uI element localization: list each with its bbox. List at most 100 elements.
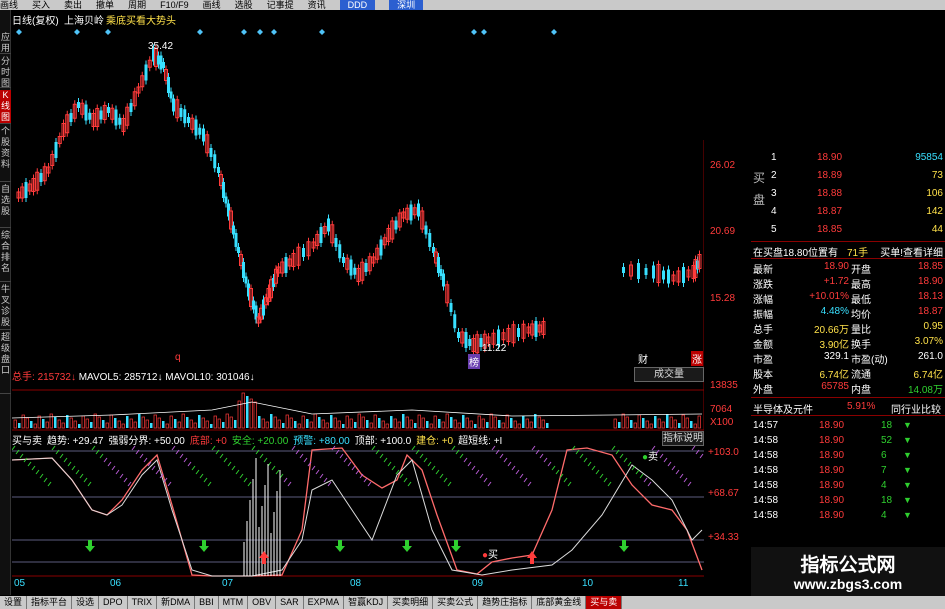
indicator-item-value: +80.00 (318, 436, 350, 447)
bottom-tab-13[interactable]: 买卖公式 (433, 596, 479, 609)
period-label[interactable]: 日线(复权) (12, 12, 59, 27)
volume-bar (465, 417, 469, 429)
indicator-tick (659, 453, 664, 459)
bottom-tab-12[interactable]: 买卖明细 (388, 596, 434, 609)
left-tab-1[interactable]: 分时图 (0, 56, 11, 88)
volume-bar (450, 417, 453, 428)
bottom-tab-16[interactable]: 买与卖 (586, 596, 623, 609)
indicator-tick (639, 473, 644, 479)
marker-zhang[interactable]: 涨 (691, 351, 703, 366)
bottom-tab-1[interactable]: 指标平台 (27, 596, 73, 609)
sell-signal: ●卖 (642, 452, 659, 463)
volume-bar (414, 423, 417, 428)
candle-body (334, 238, 338, 247)
marker-cai[interactable]: 财 (638, 351, 648, 366)
volume-bar (433, 415, 437, 429)
indicator-tick (499, 453, 504, 459)
quote-label: 最高 (851, 280, 871, 291)
kline-chart[interactable] (12, 10, 704, 585)
volume-bar (54, 417, 57, 428)
indicator-tick (391, 465, 396, 471)
candle-body (69, 113, 73, 122)
volume-bar (321, 419, 325, 429)
down-arrow-icon (405, 540, 409, 546)
left-tab-3[interactable]: 个股资料 (0, 126, 11, 182)
bottom-tab-11[interactable]: 智赢KDJ (344, 596, 389, 609)
marker-bang[interactable]: 榜 (468, 354, 480, 369)
quote-label: 市盈 (753, 355, 773, 366)
candle-body (144, 64, 148, 81)
signal-diamond (271, 29, 277, 35)
indicator-tick (203, 477, 208, 483)
candle-body (428, 233, 432, 247)
signal-diamond (257, 29, 263, 35)
bottom-tab-3[interactable]: DPO (99, 596, 128, 609)
menu-item-6[interactable]: 画线 (203, 0, 221, 10)
order-price: 18.89 (817, 170, 843, 181)
left-tab-2[interactable]: K线图 (0, 90, 11, 124)
indicator-tick (507, 461, 512, 467)
volume-indicator-button[interactable]: 成交量 (634, 367, 704, 382)
bottom-tab-10[interactable]: EXPMA (304, 596, 345, 609)
volume-bar (234, 420, 237, 428)
bottom-tab-4[interactable]: TRIX (128, 596, 158, 609)
indicator-tick (623, 457, 628, 463)
volume-bar (198, 415, 201, 428)
menu-badge-0[interactable]: DDD (339, 0, 376, 10)
bottom-tab-9[interactable]: SAR (276, 596, 304, 609)
bottom-tab-14[interactable]: 趋势庄指标 (478, 596, 533, 609)
menu-item-2[interactable]: 卖出 (64, 0, 82, 10)
volume-bar (157, 417, 161, 429)
menu-item-5[interactable]: F10/F9 (160, 0, 189, 10)
left-tab-6[interactable]: 牛叉诊股 (0, 284, 11, 330)
bottom-tab-6[interactable]: BBI (195, 596, 219, 609)
menu-item-4[interactable]: 周期 (128, 0, 146, 10)
volume-bar (126, 416, 129, 428)
candle-body (682, 267, 685, 283)
quote-row: 涨幅 +10.01% 最低 18.13 (751, 290, 945, 306)
indicator-tick (399, 473, 404, 479)
menu-item-1[interactable]: 买入 (32, 0, 50, 10)
tick-price: 18.90 (819, 510, 845, 521)
indicator-tick (611, 445, 616, 451)
bottom-tab-7[interactable]: MTM (219, 596, 249, 609)
candle-body (88, 112, 92, 120)
divider (751, 241, 945, 242)
indicator-tick (471, 465, 476, 471)
left-tab-4[interactable]: 自选股 (0, 184, 11, 228)
volume-bar (438, 419, 441, 428)
left-tab-7[interactable]: 超级盘口 (0, 332, 11, 394)
indicator-tick (635, 469, 640, 475)
quote-label: 总手 (753, 325, 773, 336)
volume-bar (630, 420, 633, 428)
menu-item-7[interactable]: 选股 (235, 0, 253, 10)
quote-value: 18.87 (917, 306, 943, 317)
bottom-tab-8[interactable]: OBV (248, 596, 277, 609)
menu-item-9[interactable]: 资讯 (308, 0, 326, 10)
bottom-tab-5[interactable]: 新DMA (157, 596, 196, 609)
menu-item-3[interactable]: 撤单 (96, 0, 114, 10)
menu-item-8[interactable]: 记事提 (267, 0, 294, 10)
order-summary: 在买盘18.80位置有 71手 买单!查看详细 (751, 243, 945, 259)
candle-body (107, 107, 110, 113)
menu-item-0[interactable]: 画线 (0, 0, 18, 10)
candle-body (39, 173, 43, 182)
chart-area[interactable]: 日线(复权) 上海贝岭 乘底买看大势头 35.42 11.22 26.02 20… (12, 10, 739, 589)
tick-volume: 18 (881, 495, 893, 506)
bottom-tab-2[interactable]: 设选 (72, 596, 100, 609)
down-arrow-icon: ▼ (903, 510, 912, 520)
sector-compare-link[interactable]: 同行业比较 (891, 401, 941, 416)
candle-body (217, 167, 220, 173)
menu-badge-1[interactable]: 深圳 (389, 0, 424, 10)
left-tab-0[interactable]: 应用 (0, 32, 11, 54)
tick-price: 18.90 (819, 495, 845, 506)
volume-bar (318, 417, 321, 428)
indicator-help-button[interactable]: 指标说明 (662, 431, 704, 446)
bottom-tab-15[interactable]: 底部黄金线 (532, 596, 587, 609)
left-tab-5[interactable]: 综合排名 (0, 230, 11, 282)
order-detail-link[interactable]: 买单!查看详细 (880, 244, 943, 259)
volume-bar (349, 418, 353, 429)
indicator-item-label: 安全 (231, 436, 252, 447)
volume-bar (405, 416, 409, 429)
bottom-tab-0[interactable]: 设置 (0, 596, 28, 609)
